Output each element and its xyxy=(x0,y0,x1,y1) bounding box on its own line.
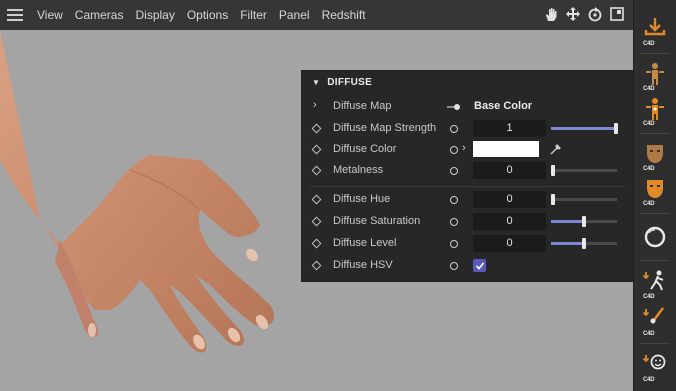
link-toggle-icon[interactable] xyxy=(447,103,461,111)
toolbar-divider xyxy=(640,343,670,344)
row-diffuse-level: Diffuse Level 0 xyxy=(302,233,633,255)
toolbar-divider xyxy=(640,133,670,134)
row-label: Diffuse Saturation xyxy=(333,215,421,227)
c4d-badge: C4D xyxy=(643,294,655,300)
slider-knob[interactable] xyxy=(551,165,555,176)
menu-panel[interactable]: Panel xyxy=(273,8,316,22)
row-label: Diffuse Map xyxy=(333,100,392,112)
slider-knob[interactable] xyxy=(614,123,618,134)
row-label: Diffuse Map Strength xyxy=(333,122,437,134)
menu-display[interactable]: Display xyxy=(129,8,180,22)
divider xyxy=(310,186,625,187)
c4d-badge: C4D xyxy=(643,331,655,337)
animate-circle-icon[interactable] xyxy=(450,146,458,154)
row-diffuse-map: › Diffuse Map Base Color xyxy=(302,96,633,118)
rotate-icon[interactable] xyxy=(587,5,603,23)
slider-knob[interactable] xyxy=(582,216,586,227)
diffuse-saturation-field[interactable]: 0 xyxy=(473,213,546,230)
row-label: Diffuse Hue xyxy=(333,193,391,205)
keyframe-diamond-icon[interactable] xyxy=(311,165,322,176)
animate-circle-icon[interactable] xyxy=(450,125,458,133)
diffuse-level-field[interactable]: 0 xyxy=(473,235,546,252)
menu-redshift[interactable]: Redshift xyxy=(316,8,372,22)
animate-circle-icon[interactable] xyxy=(450,167,458,175)
diffuse-attribute-panel: ▼ DIFFUSE › Diffuse Map Base Color Diffu… xyxy=(301,70,633,282)
diffuse-hsv-checkbox[interactable] xyxy=(473,259,486,272)
row-diffuse-hue: Diffuse Hue 0 xyxy=(302,189,633,211)
menu-view[interactable]: View xyxy=(31,8,69,22)
face-icon[interactable]: C4D xyxy=(638,348,672,384)
character-rig-highlight-icon[interactable]: C4D xyxy=(638,92,672,128)
collapse-chevron-icon[interactable]: ▼ xyxy=(312,78,320,87)
diffuse-hue-slider[interactable] xyxy=(551,194,617,205)
walk-icon[interactable]: C4D xyxy=(638,265,672,301)
c4d-badge: C4D xyxy=(643,121,655,127)
keyframe-diamond-icon[interactable] xyxy=(311,123,322,134)
toolbar-divider xyxy=(640,53,670,54)
expand-arrow-icon[interactable]: › xyxy=(313,99,317,111)
section-header[interactable]: ▼ DIFFUSE xyxy=(302,71,633,93)
character-rig-icon[interactable]: C4D xyxy=(638,57,672,93)
row-label: Diffuse Level xyxy=(333,237,397,249)
animate-circle-icon[interactable] xyxy=(450,218,458,226)
right-toolbar: C4D C4D C4D C4D C4D C4D C4D C4D xyxy=(633,0,676,391)
row-label: Diffuse HSV xyxy=(333,259,393,271)
keyframe-diamond-icon[interactable] xyxy=(311,194,322,205)
expand-arrow-icon[interactable]: › xyxy=(462,142,466,154)
menu-options[interactable]: Options xyxy=(181,8,234,22)
keyframe-diamond-icon[interactable] xyxy=(311,216,322,227)
3d-viewport[interactable]: ▼ DIFFUSE › Diffuse Map Base Color Diffu… xyxy=(0,30,633,391)
c4d-badge: C4D xyxy=(643,201,655,207)
checkmark-icon xyxy=(475,261,484,270)
move-arrows-icon[interactable] xyxy=(565,5,581,23)
row-diffuse-saturation: Diffuse Saturation 0 xyxy=(302,211,633,233)
pan-hand-icon[interactable] xyxy=(543,5,559,23)
diffuse-level-slider[interactable] xyxy=(551,238,617,249)
section-title: DIFFUSE xyxy=(327,76,373,88)
diffuse-map-strength-field[interactable]: 1 xyxy=(473,120,546,137)
row-diffuse-hsv: Diffuse HSV xyxy=(302,255,633,277)
hamburger-menu-icon[interactable] xyxy=(7,9,23,21)
slider-knob[interactable] xyxy=(582,238,586,249)
toolbar-divider xyxy=(640,260,670,261)
menu-cameras[interactable]: Cameras xyxy=(69,8,130,22)
c4d-badge: C4D xyxy=(643,41,655,47)
slider-knob[interactable] xyxy=(551,194,555,205)
maximize-icon[interactable] xyxy=(609,5,625,23)
diffuse-saturation-slider[interactable] xyxy=(551,216,617,227)
metalness-slider[interactable] xyxy=(551,165,617,176)
eyedropper-icon[interactable] xyxy=(549,143,562,156)
animate-circle-icon[interactable] xyxy=(450,196,458,204)
paint-icon[interactable]: C4D xyxy=(638,302,672,338)
diffuse-hue-field[interactable]: 0 xyxy=(473,191,546,208)
metalness-field[interactable]: 0 xyxy=(473,162,546,179)
keyframe-diamond-icon[interactable] xyxy=(311,260,322,271)
c4d-badge: C4D xyxy=(643,377,655,383)
keyframe-diamond-icon[interactable] xyxy=(311,238,322,249)
mask-icon[interactable]: C4D xyxy=(638,137,672,173)
diffuse-map-value[interactable]: Base Color xyxy=(474,100,532,112)
toolbar-divider xyxy=(640,213,670,214)
keyframe-diamond-icon[interactable] xyxy=(311,144,322,155)
menu-filter[interactable]: Filter xyxy=(234,8,273,22)
menu-bar: View Cameras Display Options Filter Pane… xyxy=(0,0,633,30)
row-diffuse-color: Diffuse Color › xyxy=(302,139,633,161)
sphere-icon[interactable] xyxy=(638,219,672,255)
animate-circle-icon[interactable] xyxy=(450,262,458,270)
row-diffuse-map-strength: Diffuse Map Strength 1 xyxy=(302,118,633,140)
row-label: Metalness xyxy=(333,164,384,176)
row-label: Diffuse Color xyxy=(333,143,397,155)
diffuse-color-swatch[interactable] xyxy=(473,141,539,157)
diffuse-map-strength-slider[interactable] xyxy=(551,123,618,134)
row-metalness: Metalness 0 xyxy=(302,160,633,182)
mask-orange-icon[interactable]: C4D xyxy=(638,172,672,208)
viewport-nav-icons xyxy=(543,5,625,23)
animate-circle-icon[interactable] xyxy=(450,240,458,248)
import-c4d-icon[interactable]: C4D xyxy=(638,12,672,48)
